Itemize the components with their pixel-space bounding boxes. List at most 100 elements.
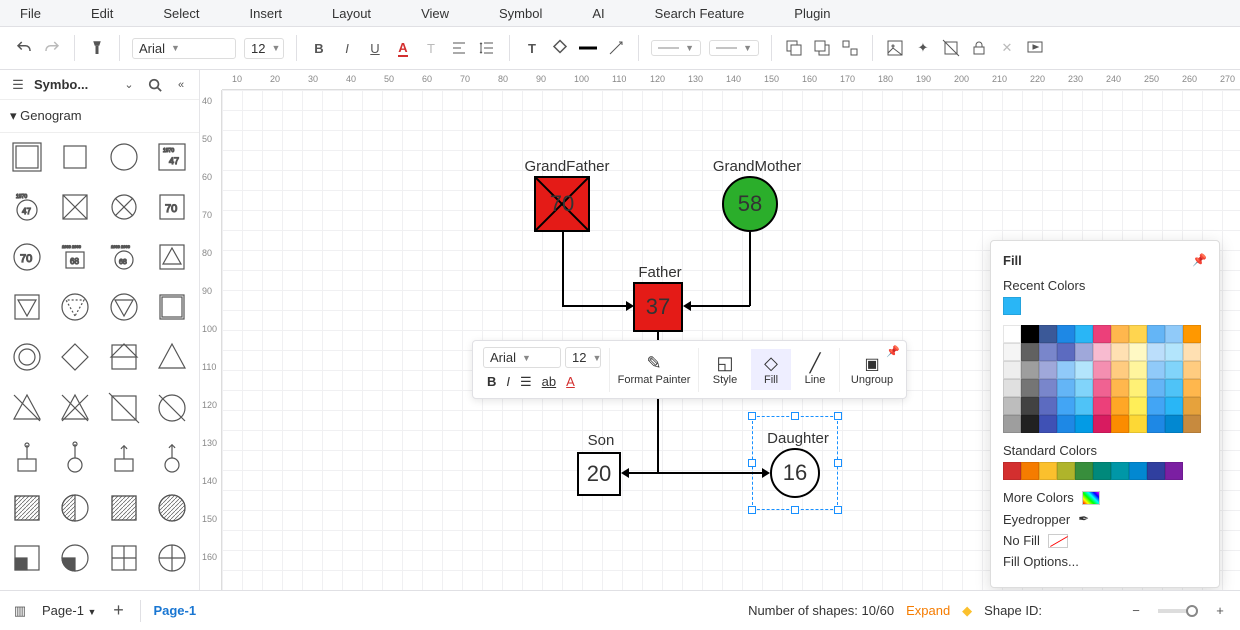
shape-item[interactable] [52,287,98,327]
color-swatch[interactable] [1021,343,1039,361]
font-size-select[interactable]: 12▼ [244,38,284,59]
color-swatch[interactable] [1093,361,1111,379]
color-swatch[interactable] [1003,397,1021,415]
underline-icon[interactable]: U [365,38,385,58]
selection-handle[interactable] [834,412,842,420]
float-format-painter[interactable]: ✎Format Painter [614,349,694,390]
selection-handle[interactable] [791,412,799,420]
color-swatch[interactable] [1057,397,1075,415]
color-swatch[interactable] [1183,415,1201,433]
color-swatch[interactable] [1183,361,1201,379]
color-swatch[interactable] [1075,397,1093,415]
color-swatch[interactable] [1147,343,1165,361]
undo-icon[interactable] [14,38,34,58]
color-swatch[interactable] [1111,361,1129,379]
color-swatch[interactable] [1003,415,1021,433]
float-align-icon[interactable]: ☰ [520,374,532,390]
zoom-slider[interactable] [1158,609,1198,613]
color-swatch[interactable] [1093,379,1111,397]
shape-item[interactable] [101,438,147,478]
connector[interactable] [690,305,750,307]
arrow-style-select[interactable]: ▼ [709,40,759,56]
connector[interactable] [628,472,658,474]
color-swatch[interactable] [1057,343,1075,361]
menu-search[interactable]: Search Feature [655,6,745,21]
selection-handle[interactable] [748,506,756,514]
expand-link[interactable]: Expand [906,603,950,618]
color-swatch[interactable] [1021,462,1039,480]
color-swatch[interactable] [1165,361,1183,379]
shape-item[interactable]: 70 [149,187,195,227]
search-icon[interactable] [145,75,165,95]
color-swatch[interactable] [1057,462,1075,480]
color-swatch[interactable] [1003,379,1021,397]
effects-icon[interactable]: ✦ [913,38,933,58]
float-italic-icon[interactable]: I [506,374,510,390]
color-swatch[interactable] [1129,379,1147,397]
color-swatch[interactable] [1039,325,1057,343]
menu-symbol[interactable]: Symbol [499,6,542,21]
menu-ai[interactable]: AI [592,6,604,21]
color-swatch[interactable] [1039,379,1057,397]
no-fill-link[interactable]: No Fill [1003,533,1207,548]
color-swatch[interactable] [1039,343,1057,361]
zoom-out-icon[interactable]: − [1126,601,1146,621]
diamond-icon[interactable]: ◆ [962,603,972,619]
float-style[interactable]: ◱Style [703,349,747,390]
shape-item[interactable] [149,388,195,428]
connector[interactable] [562,305,626,307]
float-line[interactable]: ╱Line [795,349,835,390]
shape-item[interactable] [52,187,98,227]
shape-item[interactable] [4,337,50,377]
shape-item[interactable]: 681938 2006 [52,237,98,277]
line-style-select[interactable]: ▼ [651,40,701,56]
bold-icon[interactable]: B [309,38,329,58]
color-swatch[interactable] [1021,361,1039,379]
color-swatch[interactable] [1183,325,1201,343]
color-swatch[interactable] [1147,415,1165,433]
color-swatch[interactable] [1111,343,1129,361]
color-swatch[interactable] [1147,325,1165,343]
color-swatch[interactable] [1021,415,1039,433]
color-swatch[interactable] [1183,343,1201,361]
shape-item[interactable] [149,287,195,327]
color-swatch[interactable] [1039,397,1057,415]
color-swatch[interactable] [1021,397,1039,415]
zoom-in-icon[interactable]: + [1210,601,1230,621]
selection-handle[interactable] [834,459,842,467]
color-swatch[interactable] [1093,397,1111,415]
font-name-select[interactable]: Arial▼ [132,38,236,59]
shape-item[interactable] [52,388,98,428]
shape-item[interactable]: 681938 2006 [101,237,147,277]
node-son[interactable]: 20 [577,452,621,496]
color-swatch[interactable] [1129,397,1147,415]
color-swatch[interactable] [1039,415,1057,433]
send-back-icon[interactable] [812,38,832,58]
color-swatch[interactable] [1057,325,1075,343]
color-swatch[interactable] [1129,361,1147,379]
eyedropper-link[interactable]: Eyedropper✒ [1003,511,1207,527]
line-spacing-icon[interactable] [477,38,497,58]
color-swatch[interactable] [1057,415,1075,433]
bring-front-icon[interactable] [784,38,804,58]
shape-item[interactable] [149,337,195,377]
crop-icon[interactable] [941,38,961,58]
color-swatch[interactable] [1111,397,1129,415]
color-swatch[interactable] [1111,379,1129,397]
shape-item[interactable] [4,438,50,478]
text-tool-icon[interactable]: T [522,38,542,58]
menu-view[interactable]: View [421,6,449,21]
color-swatch[interactable] [1129,343,1147,361]
color-swatch[interactable] [1093,325,1111,343]
node-father[interactable]: 37 [633,282,683,332]
color-swatch[interactable] [1111,462,1129,480]
color-swatch[interactable] [1075,343,1093,361]
color-swatch[interactable] [1021,325,1039,343]
color-swatch[interactable] [1003,462,1021,480]
shape-item[interactable]: 197047 [4,187,50,227]
color-swatch[interactable] [1129,462,1147,480]
shape-item[interactable] [4,488,50,528]
color-swatch[interactable] [1075,379,1093,397]
add-page-icon[interactable]: + [108,601,128,621]
color-swatch[interactable] [1039,462,1057,480]
